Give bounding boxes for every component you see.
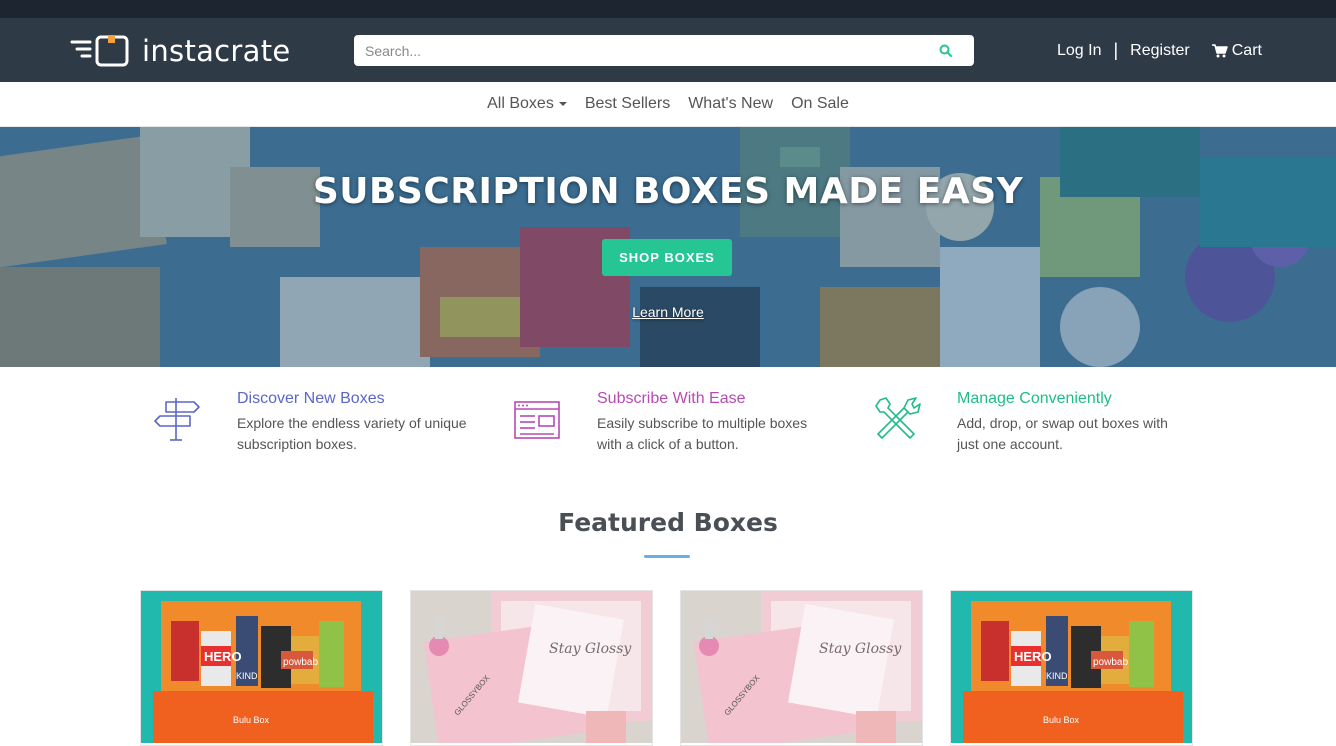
box-card[interactable]: Stay Glossy GLOSSYBOX — [680, 590, 923, 746]
brand-name: instacrate — [142, 34, 291, 68]
bulu-box-image: HERO powbab KIND Bulu Box — [141, 591, 382, 743]
bulu-box-image: HERO powbab KIND Bulu Box — [951, 591, 1192, 743]
category-nav: All Boxes Best Sellers What's New On Sal… — [0, 82, 1336, 127]
product-label: powbab — [283, 657, 318, 668]
learn-more-link[interactable]: Learn More — [632, 304, 704, 320]
feature-title: Subscribe With Ease — [597, 390, 746, 407]
box-card[interactable]: Stay Glossy GLOSSYBOX — [410, 590, 653, 746]
cart-link[interactable]: Cart — [1211, 41, 1262, 60]
box-card[interactable]: HERO powbab KIND Bulu Box — [140, 590, 383, 746]
top-strip — [0, 0, 1336, 18]
featured-title-underline — [644, 555, 690, 558]
card-script-text: Stay Glossy — [549, 641, 632, 657]
feature-text: Explore the endless variety of unique su… — [237, 415, 467, 452]
glossybox-image: Stay Glossy GLOSSYBOX — [681, 591, 922, 743]
search-bar — [354, 35, 974, 66]
search-icon[interactable] — [930, 35, 960, 66]
box-card[interactable]: HERO powbab KIND Bulu Box — [950, 590, 1193, 746]
nav-best-sellers[interactable]: Best Sellers — [585, 95, 670, 113]
product-label: HERO — [204, 649, 242, 664]
nav-on-sale[interactable]: On Sale — [791, 95, 849, 113]
box-brand-label: Bulu Box — [1043, 715, 1080, 725]
featured-title: Featured Boxes — [558, 508, 778, 537]
logo[interactable]: instacrate — [70, 33, 291, 69]
feature-text: Easily subscribe to multiple boxes with … — [597, 415, 808, 452]
search-input[interactable] — [354, 35, 930, 66]
nav-all-boxes-label: All Boxes — [487, 95, 554, 112]
tools-icon — [875, 397, 921, 439]
product-label: HERO — [1014, 649, 1052, 664]
shop-boxes-button[interactable]: SHOP BOXES — [602, 239, 732, 276]
site-header: instacrate Log In | Register Cart — [0, 18, 1336, 82]
feature-title: Discover New Boxes — [237, 390, 385, 407]
nav-separator: | — [1113, 40, 1119, 60]
crate-logo-icon — [70, 35, 129, 67]
product-label: KIND — [236, 671, 258, 681]
browser-window-icon — [514, 401, 560, 439]
cart-label: Cart — [1231, 41, 1262, 59]
register-link[interactable]: Register — [1130, 42, 1190, 60]
feature-text: Add, drop, or swap out boxes with just o… — [957, 415, 1168, 452]
nav-whats-new[interactable]: What's New — [688, 95, 773, 113]
account-nav: Log In | Register Cart — [1057, 40, 1262, 61]
hero-banner: SUBSCRIPTION BOXES MADE EASY SHOP BOXES … — [0, 127, 1336, 367]
login-link[interactable]: Log In — [1057, 42, 1101, 60]
cart-icon — [1211, 43, 1228, 57]
glossybox-image: Stay Glossy GLOSSYBOX — [411, 591, 652, 743]
signpost-icon — [154, 398, 200, 441]
caret-down-icon — [558, 102, 567, 106]
product-label: KIND — [1046, 671, 1068, 681]
card-script-text: Stay Glossy — [819, 641, 902, 657]
product-label: powbab — [1093, 657, 1128, 668]
box-brand-label: Bulu Box — [233, 715, 270, 725]
hero-title: SUBSCRIPTION BOXES MADE EASY — [312, 171, 1024, 212]
hero-link-wrap: Learn More — [0, 304, 1336, 322]
feature-title: Manage Conveniently — [957, 390, 1112, 407]
nav-all-boxes[interactable]: All Boxes — [487, 95, 567, 113]
